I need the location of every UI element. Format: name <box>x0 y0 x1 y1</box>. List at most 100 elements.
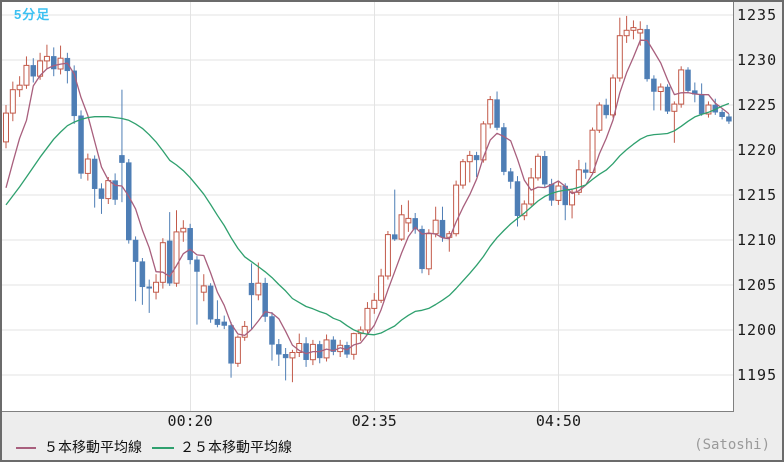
candle-body-up <box>9 89 16 114</box>
chart-title: 5分足 <box>14 7 51 22</box>
y-axis-label: 1215 <box>737 186 778 204</box>
candle-body-down <box>501 127 507 172</box>
candle-body-up <box>487 99 494 125</box>
candle-body-down <box>221 321 227 326</box>
candle-body-down <box>91 158 98 189</box>
candle-body-down <box>726 116 732 122</box>
candle-body-up <box>255 282 262 296</box>
candle-body-down <box>698 93 705 115</box>
candle-body-up <box>378 275 385 301</box>
y-axis-label: 1235 <box>737 6 778 24</box>
candle-body-up <box>616 35 623 79</box>
chart-panel: 5分足 1235 1230 1225 1220 1215 1210 1205 1200 1195… <box>0 0 784 462</box>
candle-body-up <box>432 219 439 235</box>
candle-body-up <box>180 227 187 233</box>
candle-body-down <box>207 285 214 320</box>
candle-body-down <box>514 181 521 216</box>
candle-body-up <box>84 158 91 174</box>
candle-body-down <box>78 115 84 174</box>
candle-body-up <box>609 77 616 116</box>
candle-body-down <box>132 239 139 262</box>
candle-body-up <box>589 129 596 173</box>
candle-body-up <box>200 285 207 293</box>
candle-body-down <box>719 111 725 117</box>
candle-body-up <box>678 69 685 105</box>
candle-body-down <box>71 70 77 117</box>
y-axis-label: 1220 <box>737 141 778 159</box>
candle-body-down <box>391 234 398 240</box>
candle-body-down <box>64 57 71 72</box>
candle-body-down <box>419 228 425 270</box>
candle-body-down <box>146 286 152 289</box>
candle-body-down <box>187 228 193 261</box>
candle-body-down <box>282 354 289 359</box>
candle-body-up <box>637 28 644 34</box>
candle-body-up <box>459 161 466 186</box>
candle-body-down <box>582 169 589 173</box>
y-axis-label: 1230 <box>737 51 778 69</box>
candle-body-down <box>473 155 480 161</box>
legend: ５本移動平均線 ２５本移動平均線 <box>0 438 500 458</box>
candlestick-chart <box>2 2 733 411</box>
candle-body-down <box>30 65 37 77</box>
ma25-line <box>5 102 730 336</box>
candle-body-up <box>159 242 166 283</box>
candle-body-down <box>98 188 105 199</box>
candle-body-down <box>119 155 125 163</box>
candle-body-up <box>671 103 678 112</box>
candle-body-down <box>126 162 132 241</box>
candle-body-down <box>651 78 657 92</box>
y-axis-label: 1205 <box>737 276 778 294</box>
candle-body-up <box>105 180 112 200</box>
candle-body-down <box>276 344 282 355</box>
candle-body-up <box>3 112 9 143</box>
y-axis-label: 1195 <box>737 366 778 384</box>
candle-body-up <box>16 84 23 91</box>
x-axis-label: 04:50 <box>535 412 581 430</box>
candle-body-up <box>555 185 562 201</box>
candle-body-up <box>384 234 391 277</box>
ma25-legend-line <box>152 447 174 449</box>
candle-body-up <box>657 86 664 92</box>
y-axis-label: 1225 <box>737 96 778 114</box>
candle-body-down <box>214 318 221 325</box>
candle-body-up <box>405 217 412 224</box>
candle-body-down <box>685 69 691 91</box>
candle-body-up <box>289 352 296 359</box>
candle-body-up <box>43 55 50 62</box>
candle-body-down <box>269 316 275 345</box>
ma5-legend-label: ５本移動平均線 <box>44 439 142 455</box>
candle-body-down <box>542 156 548 185</box>
candle-body-down <box>507 171 514 182</box>
candle-body-up <box>630 27 637 31</box>
candle-body-down <box>139 261 146 288</box>
candle-body-up <box>425 233 432 270</box>
candle-body-up <box>528 177 535 205</box>
y-axis-label: 1200 <box>737 321 778 339</box>
candle-body-up <box>23 64 30 86</box>
unit-label: (Satoshi) <box>694 437 770 453</box>
ma5-legend-line <box>16 447 36 449</box>
candle-body-up <box>173 231 180 284</box>
candle-body-up <box>466 154 473 163</box>
candle-body-down <box>664 86 671 112</box>
candle-body-down <box>303 343 309 360</box>
x-axis-label: 00:20 <box>167 412 213 430</box>
candle-body-up <box>234 336 241 364</box>
candle-body-up <box>371 299 378 309</box>
candle-body-up <box>596 104 603 131</box>
candle-body-down <box>494 99 500 128</box>
candle-body-up <box>534 155 541 179</box>
y-axis-label: 1210 <box>737 231 778 249</box>
x-axis-label: 02:35 <box>351 412 397 430</box>
candle-body-down <box>439 219 446 238</box>
candle-body-down <box>228 325 234 364</box>
candle-body-up <box>364 307 371 331</box>
candle-body-down <box>194 259 200 272</box>
candle-body-up <box>623 29 630 37</box>
plot-area <box>2 2 734 412</box>
candle-body-down <box>603 104 609 116</box>
ma25-legend-label: ２５本移動平均線 <box>180 439 292 455</box>
candle-body-down <box>248 282 255 296</box>
candle-body-up <box>398 214 405 240</box>
